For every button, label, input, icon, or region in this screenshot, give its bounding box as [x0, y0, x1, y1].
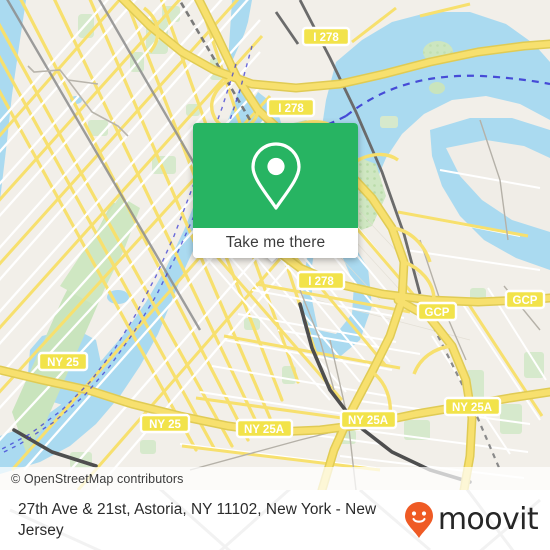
- map-attribution: © OpenStreetMap contributors: [0, 467, 550, 490]
- svg-text:NY 25A: NY 25A: [452, 402, 492, 414]
- shield-ny25a-1: NY 25A: [235, 418, 294, 439]
- svg-text:GCP: GCP: [513, 295, 538, 307]
- attribution-text: © OpenStreetMap contributors: [11, 471, 184, 486]
- footer-bar: 27th Ave & 21st, Astoria, NY 11102, New …: [0, 490, 550, 550]
- svg-text:I 278: I 278: [278, 103, 304, 115]
- popup-header: [193, 123, 358, 228]
- popup-action-bar[interactable]: Take me there: [193, 228, 358, 258]
- svg-text:NY 25A: NY 25A: [348, 415, 388, 427]
- shield-ny25-2: NY 25: [139, 413, 191, 434]
- shield-gcp-2: GCP: [504, 289, 546, 310]
- shield-i278-1: I 278: [301, 26, 351, 47]
- shield-i278-2: I 278: [266, 97, 316, 118]
- svg-text:NY 25A: NY 25A: [244, 424, 284, 436]
- svg-text:GCP: GCP: [425, 307, 450, 319]
- moovit-map-screenshot: I 278 I 278 I 278 GCP GCP NY 25 NY 25 NY…: [0, 0, 550, 550]
- moovit-logo: moovit: [404, 501, 539, 539]
- shield-ny25-1: NY 25: [37, 351, 89, 372]
- location-title: 27th Ave & 21st, Astoria, NY 11102, New …: [18, 501, 377, 539]
- take-me-there-popup[interactable]: Take me there: [193, 123, 358, 258]
- moovit-wordmark: moovit: [437, 502, 539, 537]
- svg-text:NY 25: NY 25: [47, 357, 79, 369]
- shield-gcp-1: GCP: [416, 301, 458, 322]
- svg-text:NY 25: NY 25: [149, 419, 181, 431]
- shield-i278-3: I 278: [296, 270, 346, 291]
- shield-ny25a-2: NY 25A: [339, 409, 398, 430]
- map-pin-icon: [250, 141, 301, 210]
- take-me-there-label: Take me there: [225, 234, 326, 251]
- svg-text:I 278: I 278: [308, 276, 334, 288]
- moovit-smiley-pin-icon: [404, 502, 433, 538]
- shield-ny25a-3: NY 25A: [443, 396, 502, 417]
- svg-text:I 278: I 278: [313, 32, 339, 44]
